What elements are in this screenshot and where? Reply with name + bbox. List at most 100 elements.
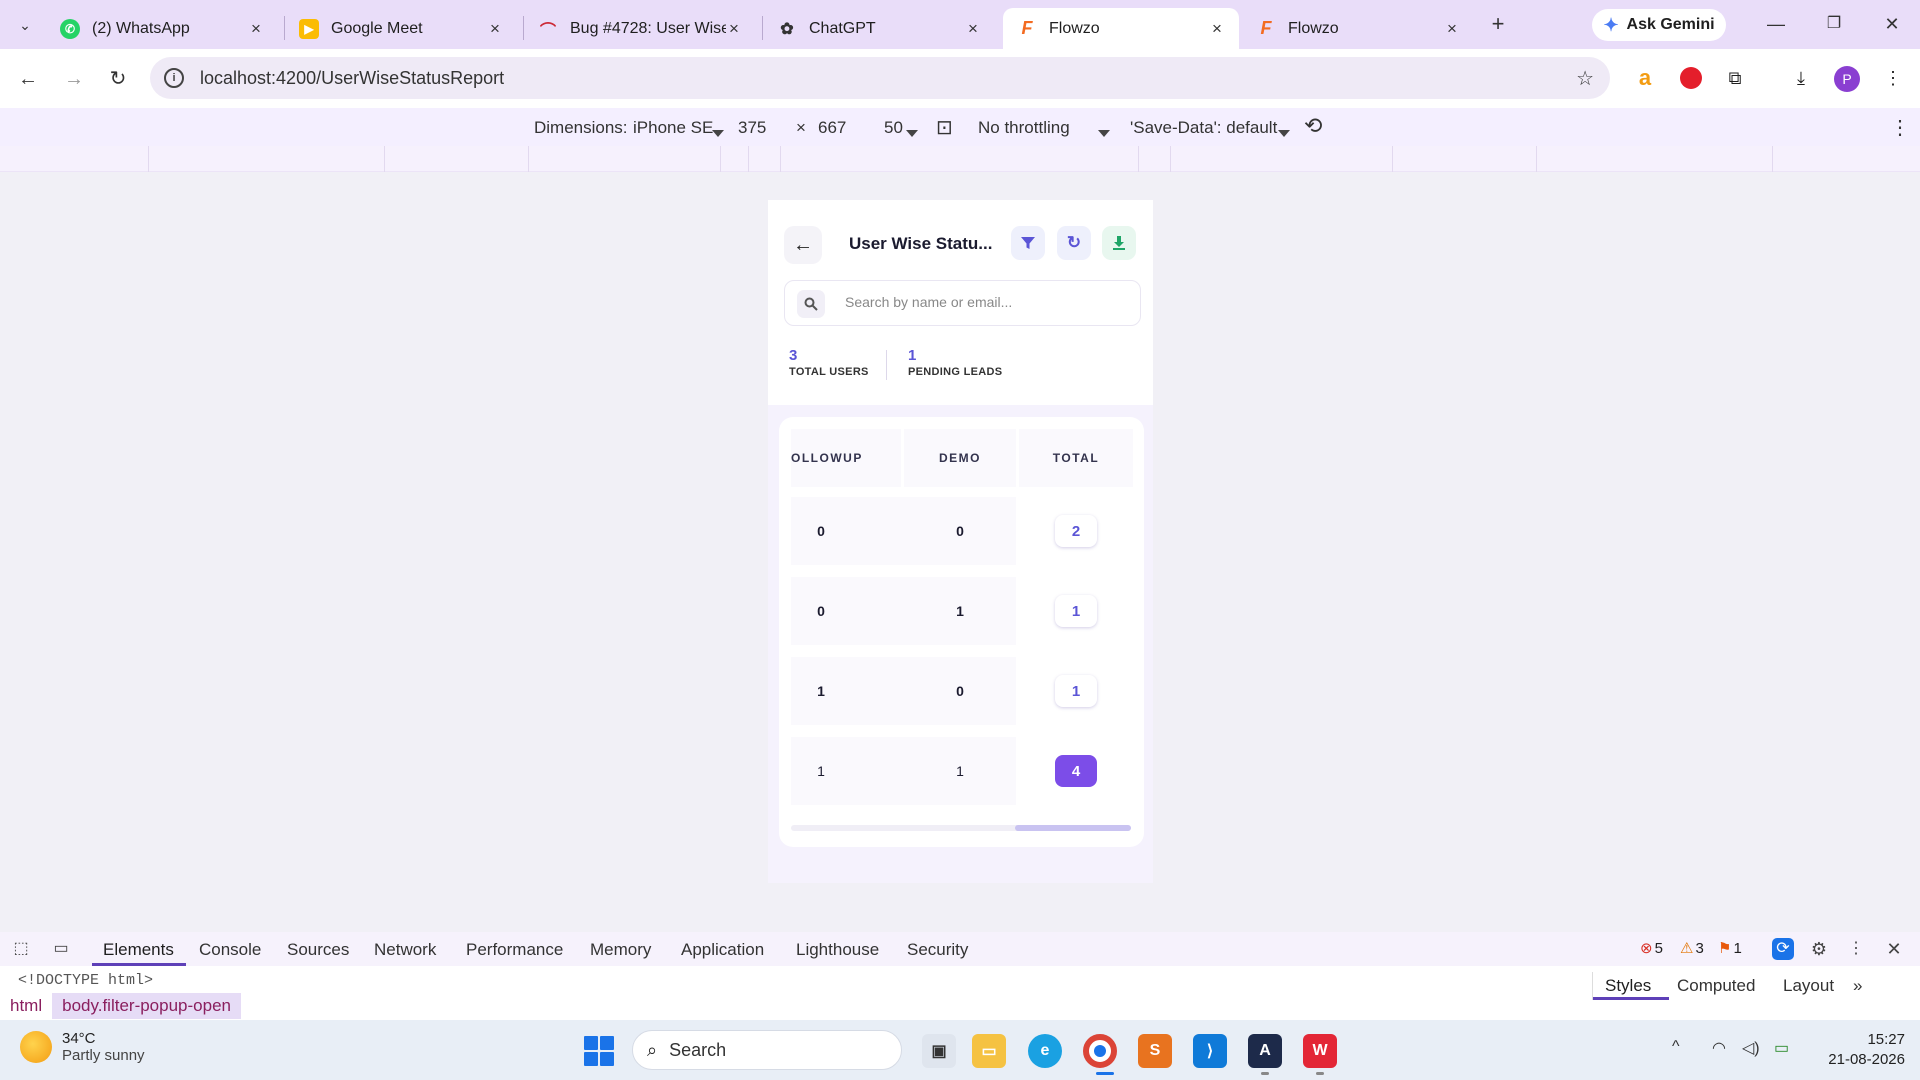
column-header-demo[interactable]: DEMO — [904, 429, 1016, 487]
more-tabs-chevron-icon[interactable]: » — [1853, 976, 1862, 996]
device-caret-icon[interactable] — [712, 122, 724, 142]
close-devtools-icon[interactable]: ✕ — [1883, 938, 1905, 960]
devtools-tab-security[interactable]: Security — [907, 940, 968, 960]
refresh-button[interactable]: ↻ — [1057, 226, 1091, 260]
extensions-puzzle-icon[interactable]: ⧉ — [1720, 63, 1750, 93]
devtools-tab-memory[interactable]: Memory — [590, 940, 651, 960]
tab-whatsapp[interactable]: ✆ (2) WhatsApp × — [46, 8, 278, 49]
throttling-caret-icon[interactable] — [1098, 122, 1110, 142]
devtools-tab-console[interactable]: Console — [199, 940, 261, 960]
address-bar[interactable]: i localhost:4200/UserWiseStatusReport ☆ — [150, 57, 1610, 99]
tab-bug-report[interactable]: ⌒ Bug #4728: User Wise × — [524, 8, 756, 49]
edge-browser-icon[interactable]: e — [1028, 1034, 1062, 1068]
tray-expand-chevron-icon[interactable]: ^ — [1672, 1038, 1680, 1056]
windows-start-icon[interactable] — [584, 1036, 614, 1066]
download-button[interactable] — [1102, 226, 1136, 260]
chrome-browser-icon[interactable] — [1083, 1034, 1117, 1068]
error-count-badge[interactable]: ⊗ 5 — [1640, 939, 1663, 958]
total-badge[interactable]: 1 — [1055, 595, 1097, 627]
site-info-icon[interactable]: i — [164, 68, 184, 88]
dom-tree-doctype[interactable]: <!DOCTYPE html> — [18, 972, 153, 989]
computed-tab[interactable]: Computed — [1677, 976, 1755, 996]
battery-charging-icon[interactable]: ▭ — [1774, 1038, 1789, 1058]
device-select[interactable]: iPhone SE — [633, 118, 713, 138]
height-input[interactable]: 667 — [818, 118, 846, 138]
bookmark-star-icon[interactable]: ☆ — [1576, 66, 1594, 91]
styles-tab[interactable]: Styles — [1605, 976, 1651, 996]
search-bar[interactable] — [784, 280, 1141, 326]
devtools-tab-application[interactable]: Application — [681, 940, 764, 960]
back-button[interactable]: ← — [784, 226, 822, 264]
close-tab-icon[interactable]: × — [1444, 20, 1460, 37]
taskbar-clock[interactable]: 15:27 21-08-2026 — [1810, 1030, 1905, 1070]
devtools-tab-performance[interactable]: Performance — [466, 940, 563, 960]
file-explorer-icon[interactable]: ▭ — [972, 1034, 1006, 1068]
save-data-select[interactable]: 'Save-Data': default — [1130, 118, 1277, 138]
back-arrow-icon[interactable]: ← — [14, 65, 42, 93]
devtools-tab-elements[interactable]: Elements — [103, 940, 174, 960]
search-input[interactable] — [845, 294, 1125, 310]
breadcrumb-html[interactable]: html — [0, 993, 52, 1019]
save-data-caret-icon[interactable] — [1278, 122, 1290, 142]
forward-arrow-icon[interactable]: → — [60, 65, 88, 93]
restore-window-icon[interactable]: ❐ — [1822, 12, 1846, 36]
total-badge[interactable]: 1 — [1055, 675, 1097, 707]
close-window-icon[interactable]: ✕ — [1880, 12, 1904, 36]
tab-search-chevron-icon[interactable]: ⌄ — [14, 14, 36, 36]
layout-tab[interactable]: Layout — [1783, 976, 1834, 996]
close-tab-icon[interactable]: × — [1209, 20, 1225, 37]
grand-total-badge[interactable]: 4 — [1055, 755, 1097, 787]
reload-icon[interactable]: ↻ — [104, 65, 132, 93]
downloads-icon[interactable]: ⤓ — [1786, 63, 1816, 93]
filter-button[interactable] — [1011, 226, 1045, 260]
ai-assistant-icon[interactable]: ⟳ — [1772, 938, 1794, 960]
chrome-menu-icon[interactable]: ⋮ — [1878, 63, 1908, 93]
zoom-caret-icon[interactable] — [906, 122, 918, 142]
tab-flowzo-active[interactable]: F Flowzo × — [1003, 8, 1239, 49]
weather-widget[interactable]: 34°C Partly sunny — [20, 1030, 145, 1064]
tab-flowzo[interactable]: F Flowzo × — [1242, 8, 1474, 49]
url-text[interactable]: localhost:4200/UserWiseStatusReport — [200, 68, 504, 89]
device-toggle-icon[interactable]: ▭ — [50, 938, 72, 960]
info-count-badge[interactable]: ⚑ 1 — [1718, 939, 1742, 958]
table-horizontal-scrollbar[interactable] — [791, 825, 1131, 831]
task-view-icon[interactable]: ▣ — [922, 1034, 956, 1068]
device-toolbar-menu-icon[interactable]: ⋮ — [1890, 115, 1910, 140]
screenshot-capture-icon[interactable]: ⊡ — [936, 115, 953, 140]
inspect-element-icon[interactable]: ⬚ — [10, 938, 32, 960]
tab-google-meet[interactable]: ▶ Google Meet × — [285, 8, 517, 49]
devtools-tab-sources[interactable]: Sources — [287, 940, 349, 960]
breadcrumb-body[interactable]: body.filter-popup-open — [52, 993, 241, 1019]
wifi-icon[interactable]: ◠ — [1712, 1038, 1726, 1058]
throttling-select[interactable]: No throttling — [978, 118, 1070, 138]
zoom-select[interactable]: 50 — [884, 118, 903, 138]
column-header-followup[interactable]: OLLOWUP — [791, 429, 901, 487]
wps-office-icon[interactable]: W — [1303, 1034, 1337, 1068]
taskbar-search[interactable]: ⌕ Search — [632, 1030, 902, 1070]
column-header-total[interactable]: TOTAL — [1019, 429, 1133, 487]
devtools-menu-icon[interactable]: ⋮ — [1845, 938, 1867, 960]
new-tab-plus-icon[interactable]: + — [1486, 13, 1510, 37]
amazon-extension-icon[interactable]: a — [1630, 63, 1660, 93]
close-tab-icon[interactable]: × — [487, 20, 503, 37]
volume-icon[interactable]: ◁) — [1742, 1038, 1760, 1058]
sublime-text-icon[interactable]: S — [1138, 1034, 1172, 1068]
devtools-tab-lighthouse[interactable]: Lighthouse — [796, 940, 879, 960]
width-input[interactable]: 375 — [738, 118, 766, 138]
rotate-device-icon[interactable]: ⟲ — [1304, 113, 1322, 139]
minimize-window-icon[interactable]: — — [1764, 12, 1788, 36]
devtools-tab-network[interactable]: Network — [374, 940, 436, 960]
tab-chatgpt[interactable]: ✿ ChatGPT × — [763, 8, 995, 49]
vscode-icon[interactable]: ⟩ — [1193, 1034, 1227, 1068]
close-tab-icon[interactable]: × — [726, 20, 742, 37]
android-studio-icon[interactable]: A — [1248, 1034, 1282, 1068]
recorder-extension-icon[interactable] — [1676, 63, 1706, 93]
total-badge[interactable]: 2 — [1055, 515, 1097, 547]
close-tab-icon[interactable]: × — [965, 20, 981, 37]
warning-count-badge[interactable]: ⚠ 3 — [1680, 939, 1704, 958]
scrollbar-thumb[interactable] — [1015, 825, 1131, 831]
profile-avatar[interactable]: P — [1834, 66, 1860, 92]
close-tab-icon[interactable]: × — [248, 20, 264, 37]
devtools-settings-gear-icon[interactable]: ⚙ — [1808, 938, 1830, 960]
ask-gemini-button[interactable]: ✦ Ask Gemini — [1592, 9, 1726, 41]
